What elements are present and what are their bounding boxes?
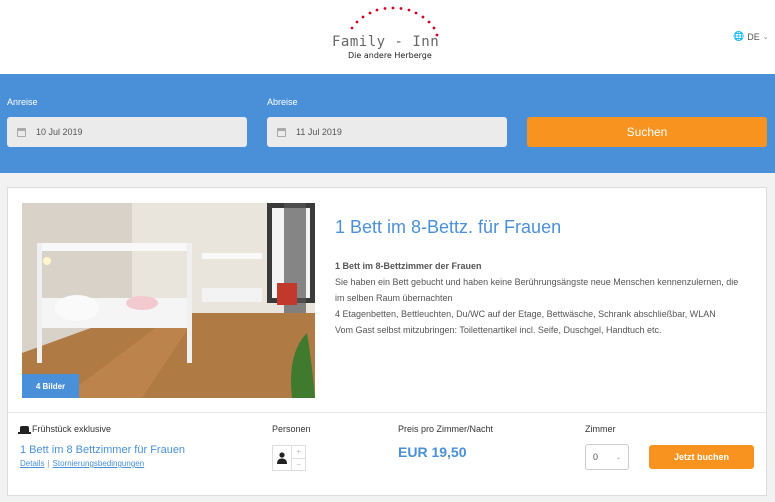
rooms-label: Zimmer xyxy=(585,424,616,434)
room-photo[interactable]: 4 Bilder xyxy=(22,203,315,398)
book-now-button[interactable]: Jetzt buchen xyxy=(649,445,754,469)
room-title: 1 Bett im 8-Bettz. für Frauen xyxy=(335,217,562,237)
cancellation-link[interactable]: Stornierungsbedingungen xyxy=(53,459,145,468)
site-header: Family - Inn Die andere Herberge 🌐 DE ⌄ xyxy=(0,0,775,74)
rooms-select-value: 0 xyxy=(593,452,599,462)
logo-subtitle: Die andere Herberge xyxy=(348,51,432,60)
rooms-select[interactable]: 0 ⌄ xyxy=(585,444,629,470)
room-card: 4 Bilder 1 Bett im 8-Bettz. für Frauen 1… xyxy=(7,187,767,496)
persons-label: Personen xyxy=(272,424,311,434)
description-line: Sie haben ein Bett gebucht und haben kei… xyxy=(335,277,739,303)
link-separator: | xyxy=(47,459,50,468)
hat-icon xyxy=(18,425,31,434)
language-label: DE xyxy=(747,31,760,42)
logo-title: Family - Inn xyxy=(332,34,440,50)
arrival-date-field[interactable]: 10 Jul 2019 xyxy=(7,117,247,147)
persons-stepper-buttons: + − xyxy=(291,446,305,470)
persons-stepper: + − xyxy=(272,445,306,471)
search-bar: Anreise 10 Jul 2019 Abreise 11 Jul 2019 … xyxy=(0,74,775,173)
chevron-down-icon: ⌄ xyxy=(762,33,769,41)
price-label: Preis pro Zimmer/Nacht xyxy=(398,424,494,434)
plus-icon[interactable]: + xyxy=(292,446,305,459)
departure-label: Abreise xyxy=(267,97,298,107)
arrival-label: Anreise xyxy=(7,97,38,107)
description-line: 4 Etagenbetten, Bettleuchten, Du/WC auf … xyxy=(335,309,716,319)
departure-date-field[interactable]: 11 Jul 2019 xyxy=(267,117,507,147)
room-description: 1 Bett im 8-Bettzimmer der Frauen Sie ha… xyxy=(335,258,745,338)
logo[interactable]: Family - Inn Die andere Herberge xyxy=(330,5,445,65)
description-heading: 1 Bett im 8-Bettzimmer der Frauen xyxy=(335,261,482,271)
room-name-link[interactable]: 1 Bett im 8 Bettzimmer für Frauen xyxy=(20,444,185,456)
language-selector[interactable]: 🌐 DE ⌄ xyxy=(733,31,769,42)
departure-date-value: 11 Jul 2019 xyxy=(296,127,342,137)
calendar-icon xyxy=(277,127,286,137)
breakfast-info: Frühstück exklusive xyxy=(18,424,112,434)
breakfast-label: Frühstück exklusive xyxy=(32,424,112,434)
calendar-icon xyxy=(17,127,26,137)
globe-icon: 🌐 xyxy=(733,31,745,41)
arrival-date-value: 10 Jul 2019 xyxy=(36,127,83,137)
details-link[interactable]: Details xyxy=(20,459,44,468)
person-icon xyxy=(273,446,291,470)
search-button[interactable]: Suchen xyxy=(527,117,767,147)
divider xyxy=(8,412,766,413)
room-price: EUR 19,50 xyxy=(398,444,467,460)
description-line: Vom Gast selbst mitzubringen: Toilettena… xyxy=(335,325,662,335)
minus-icon[interactable]: − xyxy=(292,459,305,471)
image-count-badge[interactable]: 4 Bilder xyxy=(22,374,79,398)
room-photo-illustration xyxy=(22,203,315,398)
room-sub-links: Details | Stornierungsbedingungen xyxy=(20,459,144,468)
chevron-down-icon: ⌄ xyxy=(615,454,621,461)
